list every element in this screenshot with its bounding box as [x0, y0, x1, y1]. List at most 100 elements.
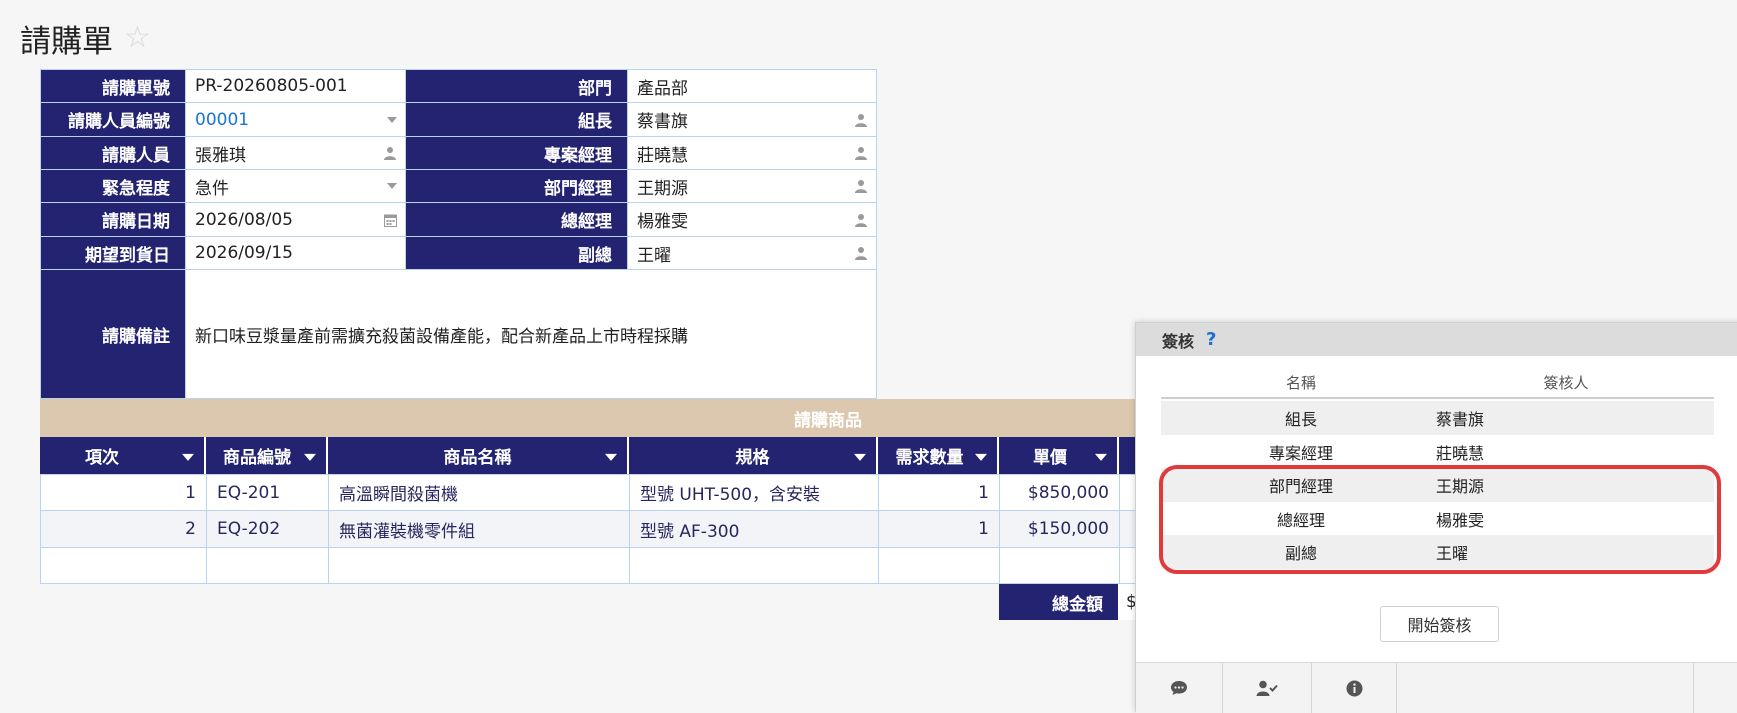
team-lead-field[interactable]: 蔡書旗	[627, 102, 877, 137]
table-cell-qty[interactable]: 1	[878, 510, 1000, 548]
sign-off-row[interactable]: 總經理 楊雅雯	[1161, 502, 1714, 535]
favorite-star-icon[interactable]: ☆	[124, 20, 151, 55]
sign-signer: 莊曉慧	[1436, 443, 1485, 463]
vice-president-field[interactable]: 王曜	[627, 236, 877, 270]
table-cell-empty[interactable]	[878, 547, 1000, 584]
table-cell-empty[interactable]	[328, 547, 630, 584]
col-header-label: 商品編號	[223, 448, 291, 468]
cell-value: 型號 AF-300	[640, 521, 740, 542]
person-icon[interactable]	[854, 113, 868, 127]
col-header-qty[interactable]: 需求數量	[878, 437, 999, 474]
table-cell-empty[interactable]	[629, 547, 879, 584]
sort-arrow-icon[interactable]	[975, 453, 987, 461]
table-cell-qty[interactable]: 1	[878, 474, 1000, 511]
general-manager-field[interactable]: 楊雅雯	[627, 202, 877, 237]
sign-off-row[interactable]: 部門經理 王期源	[1161, 468, 1714, 502]
requester-id-value[interactable]: 00001	[195, 110, 249, 130]
person-icon[interactable]	[854, 179, 868, 193]
col-header-code[interactable]: 商品編號	[206, 437, 328, 474]
sign-off-panel-header[interactable]: 簽核 ?	[1136, 323, 1737, 356]
cell-value: 高溫瞬間殺菌機	[339, 485, 458, 505]
sign-signer: 王期源	[1436, 477, 1485, 496]
table-cell-price[interactable]: $850,000	[999, 474, 1120, 511]
info-button[interactable]	[1312, 663, 1397, 713]
items-section-title: 請購商品	[794, 410, 862, 431]
urgency-value: 急件	[195, 178, 229, 199]
table-cell-empty[interactable]	[999, 547, 1120, 584]
sort-arrow-icon[interactable]	[605, 453, 617, 461]
help-icon[interactable]: ?	[1206, 329, 1216, 350]
table-cell-spec[interactable]: 型號 AF-300	[629, 510, 879, 548]
sign-off-panel: 簽核 ? 名稱 簽核人 組長 蔡書旗 專案經理 莊曉慧 部門經理 王期源 總經理…	[1135, 322, 1737, 713]
expected-date-value: 2026/09/15	[195, 243, 293, 263]
table-cell-empty[interactable]	[40, 547, 207, 584]
sign-off-row[interactable]: 副總 王曜	[1161, 535, 1714, 569]
remark-field[interactable]: 新口味豆漿量產前需擴充殺菌設備產能，配合新產品上市時程採購	[185, 269, 877, 399]
sort-arrow-icon[interactable]	[1095, 453, 1107, 461]
cell-value: $150,000	[1027, 519, 1109, 539]
sign-off-table-header: 名稱 簽核人	[1161, 367, 1714, 399]
col-header-price[interactable]: 單價	[999, 437, 1119, 474]
person-icon[interactable]	[854, 213, 868, 227]
col-header-role: 名稱	[1285, 374, 1316, 392]
cell-value: $850,000	[1027, 482, 1109, 503]
sign-role: 組長	[1284, 410, 1317, 429]
sign-off-row[interactable]: 組長 蔡書旗	[1161, 401, 1714, 435]
table-cell-price[interactable]: $150,000	[999, 510, 1120, 548]
cell-value: EQ-201	[217, 482, 281, 503]
requester-field[interactable]: 張雅琪	[185, 136, 406, 170]
pr-number-value: PR-20260805-001	[195, 76, 348, 96]
chevron-down-icon[interactable]	[387, 116, 397, 123]
col-header-signer: 簽核人	[1543, 374, 1589, 392]
cell-value: EQ-202	[217, 519, 281, 539]
requester-id-select[interactable]: 00001	[185, 102, 406, 137]
col-header-index[interactable]: 項次	[40, 437, 206, 474]
sign-off-row[interactable]: 專案經理 莊曉慧	[1161, 435, 1714, 468]
person-icon[interactable]	[854, 146, 868, 160]
pr-number-field[interactable]: PR-20260805-001	[185, 69, 406, 103]
assign-signer-button[interactable]	[1223, 663, 1312, 713]
col-header-spec[interactable]: 規格	[629, 437, 878, 474]
cell-value: 1	[185, 482, 196, 503]
chevron-down-icon[interactable]	[387, 183, 397, 189]
col-header-label: 單價	[1033, 448, 1067, 468]
project-manager-field[interactable]: 莊曉慧	[627, 136, 877, 170]
table-cell-index[interactable]: 2	[40, 510, 207, 548]
footer-spacer	[1397, 663, 1694, 713]
label-requester-id: 請購人員編號	[40, 102, 186, 137]
department-manager-field[interactable]: 王期源	[627, 169, 877, 203]
request-date-field[interactable]: 2026/08/05	[185, 202, 406, 237]
label-department: 部門	[405, 69, 628, 103]
expected-date-field[interactable]: 2026/09/15	[185, 236, 406, 270]
person-icon[interactable]	[854, 246, 868, 260]
cell-value: 無菌灌裝機零件組	[339, 521, 475, 542]
table-cell-spec[interactable]: 型號 UHT-500，含安裝	[629, 474, 879, 511]
department-field[interactable]: 產品部	[627, 69, 877, 103]
comment-button[interactable]	[1136, 663, 1223, 713]
sort-arrow-icon[interactable]	[182, 453, 194, 461]
sort-arrow-icon[interactable]	[854, 453, 866, 461]
label-expected-date: 期望到貨日	[40, 236, 186, 270]
person-icon[interactable]	[383, 146, 397, 160]
label-pr-number: 請購單號	[40, 69, 186, 103]
sign-off-panel-footer	[1136, 662, 1737, 713]
sign-role: 副總	[1284, 544, 1317, 563]
table-cell-code[interactable]: EQ-201	[206, 474, 329, 511]
sign-role: 總經理	[1276, 510, 1325, 530]
start-sign-off-button[interactable]: 開始簽核	[1380, 606, 1499, 642]
table-cell-name[interactable]: 高溫瞬間殺菌機	[328, 474, 630, 511]
label-general-manager: 總經理	[405, 202, 628, 237]
table-cell-code[interactable]: EQ-202	[206, 510, 329, 548]
sort-arrow-icon[interactable]	[304, 453, 316, 461]
calendar-icon[interactable]	[384, 213, 397, 227]
department-manager-value: 王期源	[637, 178, 688, 199]
urgency-select[interactable]: 急件	[185, 169, 406, 203]
label-department-manager: 部門經理	[405, 169, 628, 203]
table-cell-name[interactable]: 無菌灌裝機零件組	[328, 510, 630, 548]
col-header-name[interactable]: 商品名稱	[328, 437, 629, 474]
table-cell-index[interactable]: 1	[40, 474, 207, 511]
label-requester: 請購人員	[40, 136, 186, 170]
table-cell-empty[interactable]	[206, 547, 329, 584]
cell-value: 2	[185, 519, 196, 539]
cell-value: 1	[978, 519, 989, 539]
